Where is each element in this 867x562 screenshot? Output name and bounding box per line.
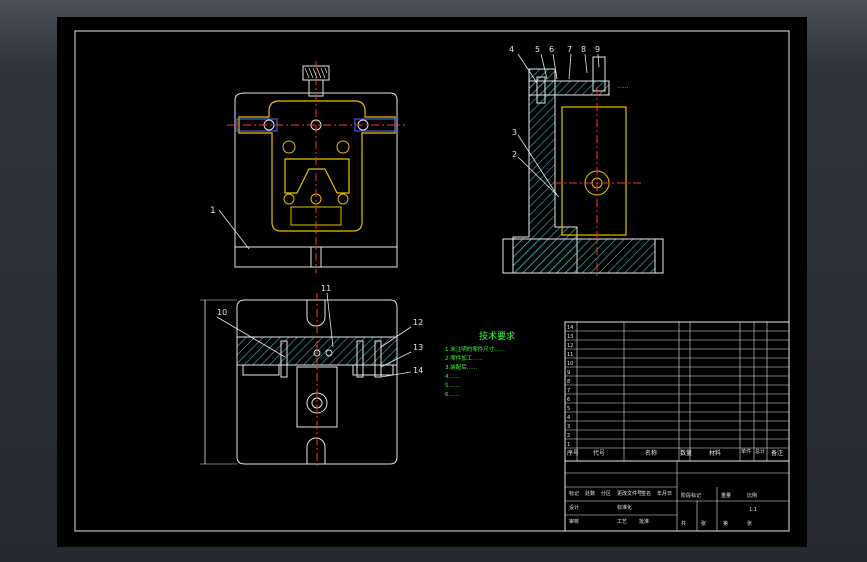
side-leader-7: 7 [567, 45, 572, 54]
bom-header-remark: 备注 [771, 449, 783, 457]
svg-text:阶段标记: 阶段标记 [681, 492, 701, 499]
bom-row-seq: 3 [567, 424, 570, 430]
bom-row-seq: 12 [567, 343, 573, 349]
top-slot-upper [306, 300, 326, 327]
tech-line-2: 2.零件加工...... [445, 354, 483, 362]
v-block [284, 158, 350, 194]
bom-row-seq: 9 [567, 370, 570, 376]
svg-text:签名: 签名 [641, 490, 651, 497]
side-view: ...... 4 5 6 7 8 9 3 2 [502, 45, 664, 279]
top-screw-left [242, 364, 280, 376]
bom-header-total-weight: 总计 [755, 448, 765, 455]
leader-label-1: 1 [210, 206, 216, 216]
top-leader-10: 10 [217, 308, 227, 317]
side-note-green: ...... [617, 83, 629, 90]
bom-header-material: 材料 [709, 449, 721, 457]
cad-drawing: 1 ...... 4 5 6 7 8 9 3 2 11 10 12 13 14 … [74, 30, 790, 532]
svg-text:比例: 比例 [747, 492, 757, 499]
front-view: 1 [210, 61, 405, 273]
svg-text:批准: 批准 [639, 518, 649, 525]
svg-text:分区: 分区 [601, 490, 611, 497]
svg-text:工艺: 工艺 [617, 519, 627, 525]
bom-header-code: 代号 [593, 449, 605, 457]
bom-row-seq: 13 [567, 334, 573, 340]
svg-text:标记: 标记 [569, 490, 579, 497]
bom-table: 14 13 12 11 10 9 8 7 6 5 4 3 2 1 序号 代号 名称 数量 材料 单件 总计… [564, 321, 790, 462]
tech-line-6: 6....... [445, 392, 461, 398]
bom-header-qty: 数量 [680, 449, 692, 457]
top-leader-14: 14 [413, 366, 423, 375]
side-leader-3: 3 [512, 128, 517, 137]
svg-text:标准化: 标准化 [617, 504, 632, 511]
tech-line-1: 1.未注明的零件尺寸...... [445, 345, 505, 353]
svg-text:张: 张 [701, 520, 706, 527]
bom-row-seq: 2 [567, 433, 570, 439]
side-leader-9: 9 [595, 45, 600, 54]
top-view: 11 10 12 13 14 [200, 284, 423, 469]
bom-row-seq: 10 [567, 361, 573, 367]
bom-row-seq: 14 [567, 325, 573, 331]
bom-row-seq: 8 [567, 379, 570, 385]
bom-row-seq: 7 [567, 388, 570, 394]
top-leader-11: 11 [321, 284, 331, 293]
leader-1 [218, 209, 250, 250]
pin-hole-left [282, 140, 296, 154]
tech-line-3: 3.装配后...... [445, 363, 477, 371]
bom-header-name: 名称 [645, 449, 657, 457]
top-leader-12: 12 [413, 318, 423, 327]
svg-text:审核: 审核 [569, 518, 579, 525]
bom-row-seq: 11 [567, 352, 573, 358]
bolt-hole-br [337, 193, 349, 205]
svg-text:年月日: 年月日 [657, 490, 672, 497]
tech-line-4: 4....... [445, 374, 461, 380]
side-leader-8: 8 [581, 45, 586, 54]
bom-row-seq: 4 [567, 415, 570, 421]
title-block: 标记 处数 分区 更改文件号 签名 年月日 设计 标准化 阶段标记 重量 比例 … [564, 460, 790, 532]
svg-text:重量: 重量 [721, 492, 731, 499]
top-screw-right [352, 364, 394, 376]
top-slot-lower [306, 437, 326, 464]
bom-row-seq: 6 [567, 397, 570, 403]
svg-text:第: 第 [723, 520, 728, 527]
side-leader-4: 4 [509, 45, 514, 54]
drawing-viewer[interactable]: 1 ...... 4 5 6 7 8 9 3 2 11 10 12 13 14 … [57, 17, 807, 547]
tech-requirements: 技术要求 1.未注明的零件尺寸...... 2.零件加工...... 3.装配后… [445, 330, 515, 398]
side-leader-6: 6 [549, 45, 554, 54]
side-base-section [512, 238, 656, 274]
side-leader-2: 2 [512, 150, 517, 159]
svg-text:更改文件号: 更改文件号 [617, 490, 642, 497]
top-leader-13: 13 [413, 343, 423, 352]
side-leader-5: 5 [535, 45, 540, 54]
bom-header-unit-weight: 单件 [741, 448, 751, 455]
svg-text:1:1: 1:1 [749, 507, 757, 513]
svg-text:处数: 处数 [585, 490, 595, 497]
bom-row-seq: 5 [567, 406, 570, 412]
svg-text:张: 张 [747, 520, 752, 527]
bom-header-seq: 序号 [567, 449, 579, 457]
tech-requirements-title: 技术要求 [479, 330, 515, 342]
tech-line-5: 5....... [445, 383, 461, 389]
pin-hole-right [336, 140, 350, 154]
bolt-hole-bl [283, 193, 295, 205]
svg-text:设计: 设计 [569, 504, 579, 511]
bom-row-seq: 1 [567, 442, 570, 448]
svg-text:共: 共 [681, 520, 686, 527]
